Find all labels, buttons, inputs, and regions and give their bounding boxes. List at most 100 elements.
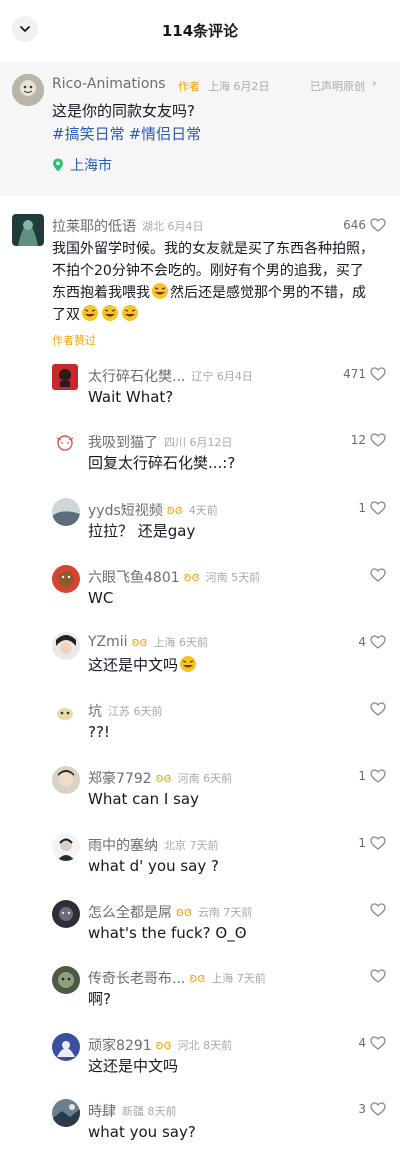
- author-liked-badge: 作者赞过: [52, 334, 96, 347]
- like-button[interactable]: 1: [358, 501, 386, 515]
- comment-text: what's the fuck? ʘ_ʘ: [88, 924, 247, 942]
- comment-header: 雨中的塞纳 北京 7天前: [88, 835, 219, 855]
- like-button[interactable]: 4: [358, 635, 386, 649]
- commenter-name[interactable]: 六眼飞鱼4801: [88, 567, 180, 587]
- comment-meta: 北京 7天前: [164, 839, 219, 852]
- comment-meta: 河北 8天前: [177, 1039, 233, 1052]
- avatar[interactable]: [52, 766, 80, 794]
- comment-meta: 新疆 8天前: [122, 1105, 177, 1118]
- comment-meta: 河南 5天前: [205, 571, 261, 584]
- avatar[interactable]: [52, 565, 80, 593]
- comment-header: 我吸到猫了 四川 6月12日: [88, 432, 233, 452]
- avatar[interactable]: [12, 214, 44, 246]
- comment-text: Wait What?: [88, 388, 174, 406]
- heart-icon: [370, 635, 386, 649]
- post-author-name[interactable]: Rico-Animations: [52, 76, 166, 92]
- reply-item: yyds短视频 ʚɞ 4天前 1 拉拉？ 还是gay: [0, 494, 400, 554]
- avatar-image: [52, 699, 78, 725]
- like-button[interactable]: [366, 969, 386, 983]
- like-count: 1: [358, 769, 366, 783]
- like-button[interactable]: 471: [343, 367, 386, 381]
- comment-text-line: 我国外留学时候。我的女友就是买了东西各种拍照，: [52, 241, 374, 257]
- comment-header: 传奇长老哥布... ʚɞ 上海 7天前: [88, 968, 266, 988]
- commenter-name[interactable]: 顽家8291: [88, 1035, 152, 1055]
- like-button[interactable]: 646: [343, 218, 386, 232]
- commenter-name[interactable]: yyds短视频: [88, 500, 163, 520]
- avatar[interactable]: [12, 74, 44, 106]
- comment-text: what you say?: [88, 1123, 196, 1141]
- comment-header: 顽家8291 ʚɞ 河北 8天前: [88, 1035, 232, 1055]
- avatar[interactable]: [52, 1099, 80, 1127]
- commenter-name[interactable]: 時肆: [88, 1101, 116, 1121]
- avatar-image: [52, 966, 80, 994]
- avatar[interactable]: [52, 364, 78, 390]
- membership-badge-icon: ʚɞ: [189, 971, 206, 985]
- like-count: 12: [350, 433, 366, 447]
- reply-item: 雨中的塞纳 北京 7天前 1 what d' you say ?: [0, 829, 400, 889]
- heart-icon: [370, 568, 386, 582]
- comment-text: 拉拉？ 还是gay: [88, 522, 196, 540]
- heart-icon: [370, 702, 386, 716]
- commenter-name[interactable]: 太行碎石化樊...: [88, 366, 185, 386]
- like-button[interactable]: [366, 702, 386, 716]
- comment-text: 这还是中文吗: [88, 1057, 179, 1075]
- hashtag-link[interactable]: #情侣日常: [129, 125, 202, 143]
- commenter-name[interactable]: YZmii: [88, 634, 128, 650]
- like-button[interactable]: 12: [351, 433, 386, 447]
- commenter-name[interactable]: 传奇长老哥布...: [88, 968, 185, 988]
- heart-icon: [370, 1036, 386, 1050]
- reply-item: 怎么全都是屌 ʚɞ 云南 7天前 what's the fuck? ʘ_ʘ: [0, 896, 400, 956]
- avatar[interactable]: [52, 498, 80, 526]
- comment-header: 太行碎石化樊... 辽宁 6月4日: [88, 366, 253, 386]
- commenter-name[interactable]: 我吸到猫了: [88, 432, 158, 452]
- original-post: Rico-Animations 作者 上海 6月2日 已声明原创 › 这是你的同…: [0, 62, 400, 196]
- avatar[interactable]: [52, 430, 78, 456]
- like-button[interactable]: [366, 568, 386, 582]
- laugh-emoji-icon: [102, 305, 118, 321]
- commenter-name[interactable]: 郑豪7792: [88, 768, 152, 788]
- comment-meta: 上海 7天前: [211, 972, 266, 985]
- avatar-image: [52, 364, 78, 390]
- comment-header: 六眼飞鱼4801 ʚɞ 河南 5天前: [88, 567, 260, 587]
- commenter-name[interactable]: 怎么全都是屌: [88, 902, 172, 922]
- like-count: 1: [358, 836, 366, 850]
- chevron-right-icon: ›: [372, 76, 377, 90]
- comment-text-segment: 然后还是感觉那个男的不错，成: [170, 285, 366, 301]
- reply-item: 顽家8291 ʚɞ 河北 8天前 4 这还是中文吗: [0, 1029, 400, 1089]
- like-button[interactable]: 4: [358, 1036, 386, 1050]
- heart-icon: [370, 836, 386, 850]
- comment-header: 怎么全都是屌 ʚɞ 云南 7天前: [88, 902, 252, 922]
- avatar[interactable]: [52, 632, 80, 660]
- avatar[interactable]: [52, 833, 80, 861]
- avatar[interactable]: [52, 699, 78, 725]
- reply-item: 時肆 新疆 8天前 3 what you say?: [0, 1095, 400, 1155]
- comment-text: 这还是中文吗: [88, 654, 198, 676]
- like-button[interactable]: 1: [358, 836, 386, 850]
- comment-meta: 河南 6天前: [177, 772, 233, 785]
- avatar-image: [52, 430, 78, 456]
- like-button[interactable]: 1: [358, 769, 386, 783]
- like-count: 4: [358, 635, 366, 649]
- avatar[interactable]: [52, 1033, 80, 1061]
- like-button[interactable]: [366, 903, 386, 917]
- post-text: 这是你的同款女友吗?: [52, 102, 195, 120]
- avatar-image: [12, 214, 44, 246]
- comment-item: 拉莱耶的低语 湖北 6月4日 646 我国外留学时候。我的女友就是买了东西各种拍…: [0, 208, 400, 353]
- comment-text-line: 了双: [52, 304, 390, 326]
- original-declaration[interactable]: 已声明原创: [310, 78, 365, 94]
- commenter-name[interactable]: 坑: [88, 701, 102, 721]
- like-count: 471: [343, 367, 366, 381]
- laugh-emoji-icon: [122, 305, 138, 321]
- comment-text-segment: 东西抱着我喂我: [52, 285, 150, 301]
- reply-item: YZmii ʚɞ 上海 6天前 4 这还是中文吗: [0, 628, 400, 688]
- comment-meta: 湖北 6月4日: [142, 220, 204, 233]
- avatar[interactable]: [52, 966, 80, 994]
- like-button[interactable]: 3: [358, 1102, 386, 1116]
- comment-header: 坑 江苏 6天前: [88, 701, 163, 721]
- commenter-name[interactable]: 雨中的塞纳: [88, 835, 158, 855]
- commenter-name[interactable]: 拉莱耶的低语: [52, 216, 136, 236]
- avatar[interactable]: [52, 900, 80, 928]
- post-location[interactable]: 上海市: [52, 155, 112, 175]
- hashtag-link[interactable]: #搞笑日常: [52, 125, 125, 143]
- reply-item: 我吸到猫了 四川 6月12日 12 回复太行碎石化樊...:?: [0, 426, 400, 486]
